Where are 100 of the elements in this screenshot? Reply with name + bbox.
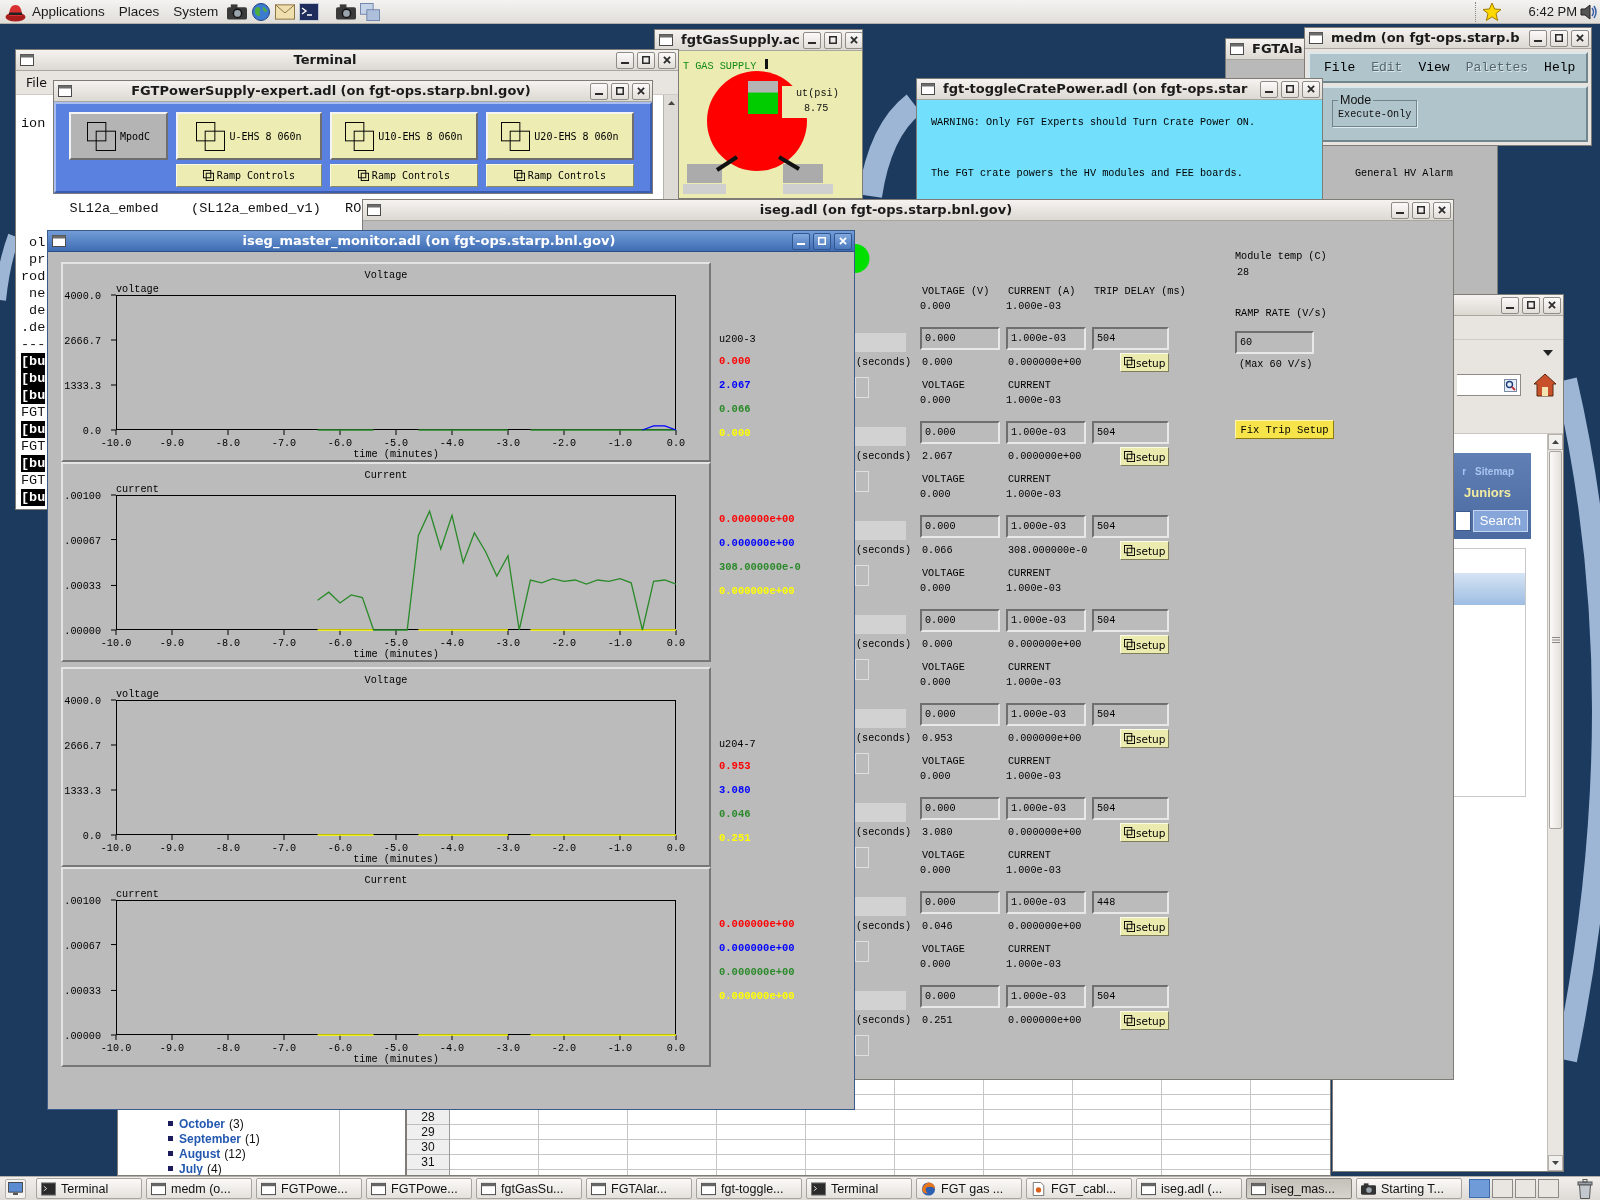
setpoint-input[interactable]: 0.000 <box>920 327 1000 350</box>
close-button[interactable] <box>1302 80 1320 98</box>
workspace-tile[interactable] <box>1469 1179 1490 1198</box>
maximize-button[interactable] <box>1281 80 1299 98</box>
maximize-button[interactable] <box>813 232 831 250</box>
setup-button[interactable]: setup <box>1120 353 1169 372</box>
show-desktop-button[interactable] <box>5 1178 26 1199</box>
entry-field[interactable] <box>855 803 906 822</box>
setpoint-input[interactable]: 504 <box>1092 797 1169 820</box>
setpoint-input[interactable]: 504 <box>1092 515 1169 538</box>
setup-button[interactable]: setup <box>1120 541 1169 560</box>
setup-button[interactable]: setup <box>1120 729 1169 748</box>
display-button[interactable]: MpodC <box>69 112 168 160</box>
setup-button[interactable]: setup <box>1120 1011 1169 1030</box>
workspace-tile[interactable] <box>1515 1179 1536 1198</box>
minimize-button[interactable] <box>792 232 810 250</box>
scroll-up-button[interactable] <box>1548 434 1563 450</box>
taskbar-button[interactable]: Terminal <box>36 1178 142 1199</box>
close-button[interactable] <box>1571 29 1589 47</box>
setpoint-input[interactable]: 1.000e-03 <box>1006 985 1086 1008</box>
setpoint-input[interactable]: 504 <box>1092 421 1169 444</box>
setpoint-input[interactable]: 0.000 <box>920 985 1000 1008</box>
taskbar-button[interactable]: FGT_cabl... <box>1026 1178 1132 1199</box>
setpoint-input[interactable]: 1.000e-03 <box>1006 797 1086 820</box>
close-button[interactable] <box>1543 296 1561 314</box>
setpoint-input[interactable]: 1.000e-03 <box>1006 891 1086 914</box>
ramp-controls-button[interactable]: Ramp Controls <box>330 164 478 187</box>
star-icon[interactable] <box>1481 1 1502 22</box>
minimize-button[interactable] <box>1529 29 1547 47</box>
workspace-tile[interactable] <box>1492 1179 1513 1198</box>
ramp-controls-button[interactable]: Ramp Controls <box>176 164 322 187</box>
taskbar-button[interactable]: FGTAlar... <box>586 1178 692 1199</box>
minimize-button[interactable] <box>1501 296 1519 314</box>
taskbar-button[interactable]: FGTPowe... <box>256 1178 362 1199</box>
archive-link[interactable]: October <box>179 1116 225 1131</box>
taskbar-button[interactable]: iseg_mas... <box>1246 1178 1352 1199</box>
maximize-button[interactable] <box>637 51 655 69</box>
maximize-button[interactable] <box>823 31 842 49</box>
panel-menu[interactable]: Places <box>118 4 160 19</box>
maximize-button[interactable] <box>611 82 629 100</box>
minimize-button[interactable] <box>802 31 821 49</box>
close-button[interactable] <box>844 31 862 49</box>
scrollbar[interactable] <box>1547 434 1563 1171</box>
caret-icon[interactable] <box>1543 350 1553 356</box>
setpoint-input[interactable]: 504 <box>1092 703 1169 726</box>
setpoint-input[interactable]: 1.000e-03 <box>1006 609 1086 632</box>
camera-icon[interactable] <box>336 2 357 21</box>
setpoint-input[interactable]: 1.000e-03 <box>1006 421 1086 444</box>
setpoint-input[interactable]: 1.000e-03 <box>1006 703 1086 726</box>
entry-field[interactable] <box>855 615 906 634</box>
taskbar-button[interactable]: Terminal <box>806 1178 912 1199</box>
home-icon[interactable] <box>1533 373 1557 397</box>
entry-field[interactable] <box>855 427 906 446</box>
taskbar-button[interactable]: fgt-toggle... <box>696 1178 802 1199</box>
setup-button[interactable]: setup <box>1120 635 1169 654</box>
entry-field[interactable] <box>855 521 906 540</box>
setup-button[interactable]: setup <box>1120 823 1169 842</box>
camera-icon[interactable] <box>227 2 248 21</box>
setpoint-input[interactable]: 0.000 <box>920 797 1000 820</box>
maximize-button[interactable] <box>1522 296 1540 314</box>
setpoint-input[interactable]: 1.000e-03 <box>1006 327 1086 350</box>
setpoint-input[interactable]: 1.000e-03 <box>1006 515 1086 538</box>
close-button[interactable] <box>834 232 852 250</box>
setpoint-input[interactable]: 0.000 <box>920 891 1000 914</box>
setpoint-input[interactable]: 0.000 <box>920 703 1000 726</box>
search-input[interactable] <box>1454 511 1471 531</box>
scroll-down-button[interactable] <box>1548 1155 1563 1171</box>
taskbar-button[interactable]: medm (o... <box>146 1178 252 1199</box>
display-button[interactable]: U10-EHS 8 060n <box>330 112 478 160</box>
trash-icon[interactable] <box>1577 1178 1593 1199</box>
setup-button[interactable]: setup <box>1120 917 1169 936</box>
setpoint-input[interactable]: 504 <box>1092 609 1169 632</box>
ramp-rate-input[interactable]: 60 <box>1235 331 1314 354</box>
minimize-button[interactable] <box>1391 201 1409 219</box>
entry-field[interactable] <box>855 709 906 728</box>
entry-field[interactable] <box>855 333 906 352</box>
menu-item[interactable]: View <box>1418 60 1450 75</box>
setpoint-input[interactable]: 0.000 <box>920 515 1000 538</box>
entry-field[interactable] <box>855 897 906 916</box>
taskbar-button[interactable]: iseg.adl (... <box>1136 1178 1242 1199</box>
maximize-button[interactable] <box>1550 29 1568 47</box>
taskbar-button[interactable]: FGTPowe... <box>366 1178 472 1199</box>
globe-icon[interactable] <box>251 2 272 21</box>
archive-link[interactable]: July <box>179 1161 203 1175</box>
search-icon[interactable] <box>1504 378 1517 392</box>
close-button[interactable] <box>1433 201 1451 219</box>
minimize-button[interactable] <box>616 51 634 69</box>
setup-button[interactable]: setup <box>1120 447 1169 466</box>
entry-field[interactable] <box>855 991 906 1010</box>
taskbar-button[interactable]: fgtGasSu... <box>476 1178 582 1199</box>
panel-menu[interactable]: Applications <box>32 4 105 19</box>
minimize-button[interactable] <box>590 82 608 100</box>
envelope-icon[interactable] <box>275 2 296 21</box>
taskbar-button[interactable]: Starting T... <box>1356 1178 1462 1199</box>
close-button[interactable] <box>632 82 650 100</box>
close-button[interactable] <box>658 51 676 69</box>
terminal-icon[interactable] <box>299 2 320 21</box>
search-field[interactable] <box>1457 374 1521 396</box>
menu-item[interactable]: File <box>1324 60 1356 75</box>
display-button[interactable]: U20-EHS 8 060n <box>486 112 634 160</box>
